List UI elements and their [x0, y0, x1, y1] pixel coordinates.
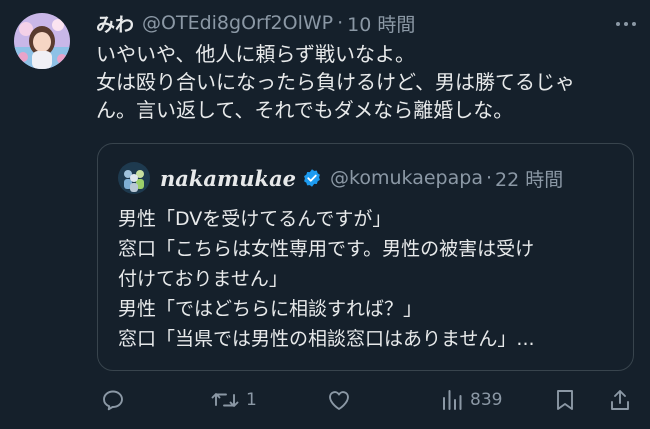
reply-button[interactable]	[101, 383, 131, 417]
author-avatar[interactable]	[14, 13, 70, 69]
views-icon	[443, 390, 462, 410]
quoted-tweet-timestamp: 22 時間	[495, 168, 564, 191]
share-button[interactable]	[608, 383, 632, 417]
quoted-author-avatar	[118, 162, 150, 194]
separator-dot: ·	[485, 167, 493, 189]
like-button[interactable]	[326, 383, 358, 417]
quoted-text-line: 窓口「当県では男性の相談窓口はありません」...	[118, 328, 535, 350]
quoted-text-line: 付けておりません」	[118, 268, 288, 290]
more-icon[interactable]	[614, 14, 638, 34]
like-icon	[329, 391, 349, 410]
share-icon	[611, 390, 629, 410]
retweet-count: 1	[246, 390, 257, 410]
quoted-author-name: nakamukae	[160, 165, 297, 191]
quoted-text-line: 男性「DVを受けてるんですが」	[118, 208, 392, 230]
views-button[interactable]: 839	[440, 383, 502, 417]
tweet-text-line: 女は殴り合いになったら負けるけど、男は勝てるじゃ	[96, 70, 575, 94]
retweet-icon	[211, 393, 239, 407]
quoted-tweet-header: nakamukae @komukaepapa · 22 時間	[118, 162, 563, 194]
author-handle[interactable]: @OTEdi8gOrf2OlWP	[142, 12, 333, 34]
quoted-tweet-text: 男性「DVを受けてるんですが」 窓口「こちらは女性専用です。男性の被害は受け 付…	[118, 204, 618, 354]
quoted-text-line: 窓口「こちらは女性専用です。男性の被害は受け	[118, 238, 535, 260]
author-name[interactable]: みわ	[96, 10, 134, 37]
tweet-text-line: いやいや、他人に頼らず戦いなよ。	[96, 42, 415, 66]
reply-icon	[103, 390, 123, 411]
tweet-header: みわ @OTEdi8gOrf2OlWP · 10 時間	[96, 10, 415, 36]
bookmark-icon	[557, 390, 573, 410]
quoted-text-line: 男性「ではどちらに相談すれば？」	[118, 298, 423, 320]
verified-icon	[304, 169, 320, 187]
views-count: 839	[470, 390, 503, 410]
quoted-author-handle: @komukaepapa	[330, 167, 483, 189]
bookmark-button[interactable]	[553, 383, 577, 417]
quoted-tweet[interactable]: nakamukae @komukaepapa · 22 時間 男性「DVを受けて…	[97, 143, 634, 371]
tweet-timestamp[interactable]: 10 時間	[347, 10, 415, 37]
action-bar: 1 839	[0, 383, 650, 417]
separator-dot: ·	[337, 12, 344, 34]
retweet-button[interactable]: 1	[210, 383, 257, 417]
tweet-text-line: ん。言い返して、それでもダメなら離婚しな。	[96, 98, 514, 122]
tweet-text: いやいや、他人に頼らず戦いなよ。 女は殴り合いになったら負けるけど、男は勝てるじ…	[96, 40, 636, 124]
